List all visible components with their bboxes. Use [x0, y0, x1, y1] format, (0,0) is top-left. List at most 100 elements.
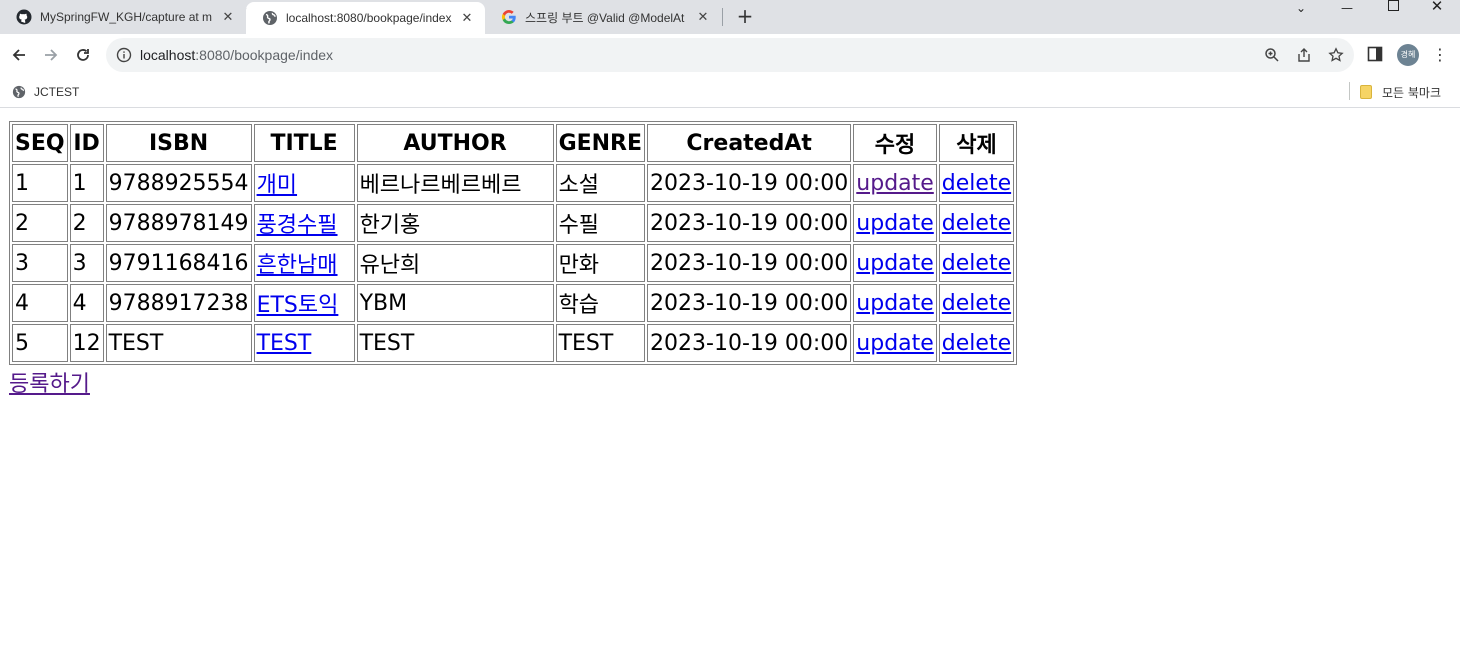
title-link[interactable]: TEST	[257, 331, 312, 356]
window-close-icon[interactable]: ✕	[1414, 0, 1460, 14]
zoom-icon[interactable]	[1263, 46, 1281, 64]
cell-update: update	[853, 284, 937, 322]
cell-isbn: 9788917238	[105, 284, 252, 322]
header-seq: SEQ	[12, 124, 68, 162]
share-icon[interactable]	[1295, 46, 1313, 64]
arrow-left-icon	[12, 49, 25, 61]
arrow-right-icon	[45, 49, 58, 61]
update-link[interactable]: update	[856, 331, 934, 356]
github-icon	[16, 9, 32, 25]
side-panel-icon[interactable]	[1367, 46, 1383, 62]
forward-button[interactable]	[38, 42, 64, 68]
delete-link[interactable]: delete	[942, 171, 1011, 196]
kebab-menu-icon[interactable]: ⋮	[1432, 45, 1448, 65]
delete-link[interactable]: delete	[942, 211, 1011, 236]
cell-title: ETS토익	[253, 284, 355, 322]
bookmark-divider	[1349, 82, 1350, 100]
delete-link[interactable]: delete	[942, 291, 1011, 316]
header-isbn: ISBN	[105, 124, 252, 162]
star-icon[interactable]	[1327, 46, 1345, 64]
url-path: :8080/bookpage/index	[195, 47, 334, 63]
avatar[interactable]: 경혜	[1397, 44, 1419, 66]
update-link[interactable]: update	[856, 171, 934, 196]
cell-author: 한기홍	[356, 204, 554, 242]
cell-seq: 3	[12, 244, 68, 282]
google-icon	[501, 9, 517, 25]
url-text[interactable]: localhost:8080/bookpage/index	[140, 47, 333, 63]
close-icon[interactable]: ✕	[695, 9, 711, 25]
maximize-icon[interactable]	[1370, 0, 1416, 14]
title-link[interactable]: 개미	[257, 173, 297, 198]
globe-icon	[262, 10, 278, 26]
table-row: 2 2 9788978149 풍경수필 한기홍 수필 2023-10-19 00…	[12, 204, 1015, 242]
cell-genre: 소설	[555, 164, 646, 202]
tab-strip: MySpringFW_KGH/capture at m ✕ localhost:…	[0, 0, 1460, 34]
update-link[interactable]: update	[856, 251, 934, 276]
cell-id: 2	[69, 204, 104, 242]
header-author: AUTHOR	[356, 124, 554, 162]
header-update: 수정	[853, 124, 937, 162]
close-icon[interactable]: ✕	[459, 10, 475, 26]
update-link[interactable]: update	[856, 211, 934, 236]
cell-title: 개미	[253, 164, 355, 202]
cell-update: update	[853, 164, 937, 202]
tab-divider	[722, 8, 723, 26]
title-link[interactable]: 풍경수필	[257, 213, 338, 238]
cell-created-at: 2023-10-19 00:00	[647, 284, 852, 322]
back-button[interactable]	[6, 42, 32, 68]
cell-isbn: 9788978149	[105, 204, 252, 242]
cell-isbn: 9788925554	[105, 164, 252, 202]
title-link[interactable]: 흔한남매	[257, 253, 338, 278]
cell-genre: TEST	[555, 324, 646, 362]
close-icon[interactable]: ✕	[220, 9, 236, 25]
all-bookmarks-button[interactable]: 모든 북마크	[1360, 82, 1441, 102]
reload-icon	[77, 49, 89, 61]
tab-bookpage[interactable]: localhost:8080/bookpage/index ✕	[246, 2, 485, 34]
cell-created-at: 2023-10-19 00:00	[647, 324, 852, 362]
cell-seq: 2	[12, 204, 68, 242]
cell-author: 유난희	[356, 244, 554, 282]
book-table: SEQ ID ISBN TITLE AUTHOR GENRE CreatedAt…	[9, 121, 1018, 365]
cell-update: update	[853, 324, 937, 362]
cell-genre: 만화	[555, 244, 646, 282]
table-row: 1 1 9788925554 개미 베르나르베르베르 소설 2023-10-19…	[12, 164, 1015, 202]
cell-isbn: TEST	[105, 324, 252, 362]
new-tab-button[interactable]: +	[733, 5, 757, 29]
address-bar[interactable]: localhost:8080/bookpage/index	[106, 38, 1354, 72]
table-row: 5 12 TEST TEST TEST TEST 2023-10-19 00:0…	[12, 324, 1015, 362]
cell-delete: delete	[938, 324, 1015, 362]
delete-link[interactable]: delete	[942, 331, 1011, 356]
delete-link[interactable]: delete	[942, 251, 1011, 276]
table-header-row: SEQ ID ISBN TITLE AUTHOR GENRE CreatedAt…	[12, 124, 1015, 162]
cell-title: 흔한남매	[253, 244, 355, 282]
header-title: TITLE	[253, 124, 355, 162]
cell-author: TEST	[356, 324, 554, 362]
cell-update: update	[853, 204, 937, 242]
cell-created-at: 2023-10-19 00:00	[647, 164, 852, 202]
cell-title: 풍경수필	[253, 204, 355, 242]
header-delete: 삭제	[938, 124, 1015, 162]
cell-created-at: 2023-10-19 00:00	[647, 244, 852, 282]
cell-created-at: 2023-10-19 00:00	[647, 204, 852, 242]
cell-delete: delete	[938, 164, 1015, 202]
tab-title: 스프링 부트 @Valid @ModelAt	[525, 10, 685, 25]
minimize-icon[interactable]: —	[1324, 2, 1370, 16]
reload-button[interactable]	[70, 42, 96, 68]
register-link[interactable]: 등록하기	[9, 366, 1017, 398]
update-link[interactable]: update	[856, 291, 934, 316]
cell-id: 1	[69, 164, 104, 202]
title-link[interactable]: ETS토익	[257, 293, 339, 318]
cell-seq: 5	[12, 324, 68, 362]
globe-icon	[12, 85, 26, 99]
chevron-down-icon[interactable]: ⌄	[1278, 2, 1324, 16]
cell-update: update	[853, 244, 937, 282]
tab-google[interactable]: 스프링 부트 @Valid @ModelAt ✕	[485, 0, 721, 34]
cell-delete: delete	[938, 284, 1015, 322]
table-row: 3 3 9791168416 흔한남매 유난희 만화 2023-10-19 00…	[12, 244, 1015, 282]
tab-github[interactable]: MySpringFW_KGH/capture at m ✕	[0, 0, 246, 34]
bookmark-jctest[interactable]: JCTEST	[12, 82, 79, 102]
cell-title: TEST	[253, 324, 355, 362]
cell-delete: delete	[938, 244, 1015, 282]
info-icon[interactable]	[116, 47, 132, 63]
tab-title: MySpringFW_KGH/capture at m	[40, 10, 213, 24]
